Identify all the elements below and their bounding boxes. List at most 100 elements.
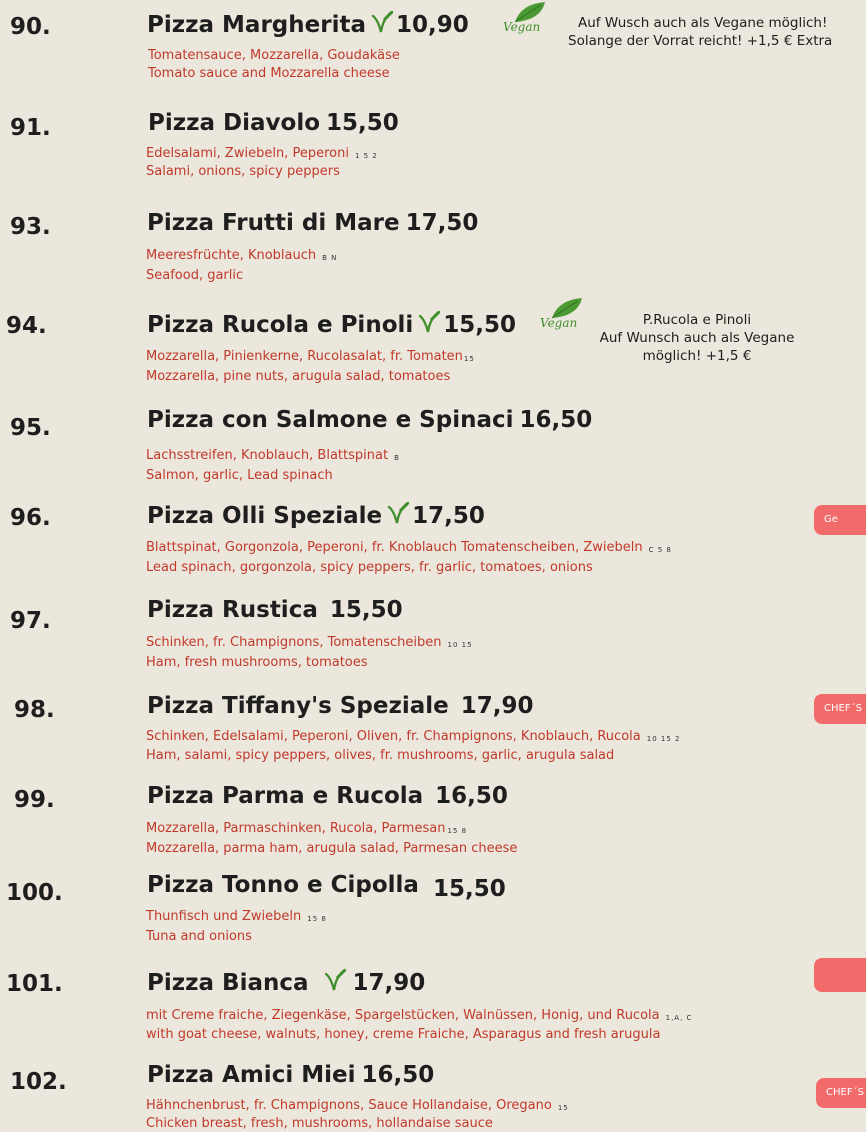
allergen-codes: 10 15: [447, 641, 473, 649]
item-title: Pizza Tiffany's Speziale 17,90: [147, 693, 534, 719]
item-desc-de: Mozzarella, Parmaschinken, Rucola, Parme…: [146, 820, 467, 840]
item-desc-en: Chicken breast, fresh, mushrooms, hollan…: [146, 1116, 493, 1131]
note-line: P.Rucola e Pinoli: [642, 312, 752, 328]
item-desc-de: Mozzarella, Pinienkerne, Rucolasalat, fr…: [146, 348, 475, 368]
desc-de-text: Meeresfrüchte, Knoblauch: [146, 248, 317, 263]
item-desc-en: Mozzarella, pine nuts, arugula salad, to…: [146, 369, 451, 384]
item-price: 17,50: [412, 503, 485, 529]
desc-de-text: Blattspinat, Gorgonzola, Peperoni, fr. K…: [146, 540, 643, 555]
leaf-icon: [323, 968, 347, 998]
chef-badge: CHEF´S: [816, 1078, 866, 1108]
item-desc-de: Thunfisch und Zwiebeln 15 8: [146, 908, 327, 928]
item-name: Pizza Diavolo: [148, 110, 321, 136]
desc-de-text: Schinken, Edelsalami, Peperoni, Oliven, …: [146, 729, 641, 744]
badge: [814, 958, 866, 992]
allergen-codes: B N: [322, 254, 338, 262]
vegan-note: P.Rucola e Pinoli Auf Wunsch auch als Ve…: [582, 311, 812, 365]
desc-de-text: Edelsalami, Zwiebeln, Peperoni: [146, 146, 349, 161]
item-title: Pizza Parma e Rucola 16,50: [147, 783, 508, 809]
item-desc-en: Seafood, garlic: [146, 268, 244, 283]
item-desc-en: with goat cheese, walnuts, honey, creme …: [146, 1027, 661, 1042]
desc-de-text: Schinken, fr. Champignons, Tomatenscheib…: [146, 635, 442, 650]
allergen-codes: B: [394, 454, 400, 462]
desc-de-text: Hähnchenbrust, fr. Champignons, Sauce Ho…: [146, 1098, 552, 1113]
item-title: Pizza Rustica 15,50: [147, 597, 403, 623]
item-price: 15,50: [432, 876, 506, 902]
vegan-logo-text: Vegan: [540, 316, 578, 330]
item-title: Pizza Bianca 17,90: [147, 968, 425, 998]
item-number: 98.: [14, 697, 55, 723]
item-desc-de: Tomatensauce, Mozzarella, Goudakäse: [148, 47, 400, 64]
desc-de-text: Mozzarella, Parmaschinken, Rucola, Parme…: [146, 821, 446, 836]
item-desc-en: Ham, fresh mushrooms, tomatoes: [146, 655, 368, 670]
badge: Ge: [814, 505, 866, 535]
allergen-codes: 1,A, C: [665, 1014, 693, 1022]
item-title: Pizza Diavolo 15,50: [148, 110, 399, 136]
item-price: 15,50: [326, 110, 399, 136]
allergen-codes: 15: [557, 1104, 569, 1112]
item-number: 100.: [6, 880, 63, 906]
item-name: Pizza Olli Speziale: [147, 503, 383, 529]
item-name: Pizza Tiffany's Speziale: [147, 693, 449, 719]
item-price: 16,50: [519, 407, 593, 433]
item-desc-en: Ham, salami, spicy peppers, olives, fr. …: [146, 748, 615, 763]
item-number: 93.: [10, 214, 51, 240]
item-number: 101.: [6, 971, 63, 997]
item-number: 94.: [6, 313, 47, 339]
allergen-codes: 15 8: [447, 827, 468, 835]
desc-de-text: Thunfisch und Zwiebeln: [146, 909, 302, 924]
item-desc-de: Hähnchenbrust, fr. Champignons, Sauce Ho…: [146, 1097, 569, 1117]
item-desc-en: Salmon, garlic, Lead spinach: [146, 468, 333, 483]
item-number: 95.: [10, 415, 51, 441]
item-desc-en: Lead spinach, gorgonzola, spicy peppers,…: [146, 560, 593, 575]
leaf-icon: [386, 501, 410, 531]
item-name: Pizza Bianca: [147, 970, 309, 996]
leaf-icon: [417, 310, 441, 340]
item-title: Pizza Margherita 10,90: [147, 10, 469, 40]
item-number: 96.: [10, 505, 51, 531]
item-name: Pizza Margherita: [147, 12, 366, 38]
desc-de-text: mit Creme fraiche, Ziegenkäse, Spargelst…: [146, 1008, 660, 1023]
item-number: 102.: [10, 1069, 67, 1095]
desc-de-text: Tomatensauce, Mozzarella, Goudakäse: [148, 48, 400, 63]
item-number: 97.: [10, 608, 51, 634]
item-name: Pizza Rucola e Pinoli: [147, 312, 414, 338]
item-price: 17,50: [405, 210, 479, 236]
note-line: möglich! +1,5 €: [642, 348, 752, 364]
item-title: Pizza con Salmone e Spinaci 16,50: [147, 407, 592, 433]
item-number: 91.: [10, 115, 51, 141]
note-line: Auf Wusch auch als Vegane möglich!: [578, 15, 828, 31]
item-price: 15,50: [329, 597, 403, 623]
item-title: Pizza Olli Speziale 17,50: [147, 501, 485, 531]
item-price: 17,90: [352, 970, 426, 996]
allergen-codes: 10 15 2: [646, 735, 681, 743]
item-desc-de: Schinken, Edelsalami, Peperoni, Oliven, …: [146, 728, 680, 748]
item-price: 10,90: [395, 12, 469, 38]
note-line: Auf Wunsch auch als Vegane: [599, 330, 795, 346]
chef-badge: CHEF´S: [814, 694, 866, 724]
vegan-logo-text: Vegan: [503, 20, 541, 34]
item-desc-en: Tomato sauce and Mozzarella cheese: [148, 66, 390, 81]
item-name: Pizza Tonno e Cipolla: [147, 872, 419, 898]
item-price: 17,90: [460, 693, 534, 719]
item-desc-de: Edelsalami, Zwiebeln, Peperoni 1 5 2: [146, 145, 378, 165]
allergen-codes: 1 5 2: [354, 152, 378, 160]
item-desc-de: Meeresfrüchte, Knoblauch B N: [146, 247, 337, 267]
desc-de-text: Mozzarella, Pinienkerne, Rucolasalat, fr…: [146, 349, 463, 364]
item-title: Pizza Tonno e Cipolla 15,50: [147, 872, 506, 902]
item-price: 16,50: [361, 1062, 435, 1088]
item-desc-de: Schinken, fr. Champignons, Tomatenscheib…: [146, 634, 473, 654]
item-price: 16,50: [435, 783, 508, 809]
desc-de-text: Lachsstreifen, Knoblauch, Blattspinat: [146, 448, 389, 463]
item-price: 15,50: [443, 312, 517, 338]
vegan-logo: Vegan: [495, 0, 555, 44]
item-desc-de: Lachsstreifen, Knoblauch, Blattspinat B: [146, 447, 400, 467]
item-number: 90.: [10, 14, 51, 40]
note-line: Solange der Vorrat reicht! +1,5 € Extra: [568, 33, 833, 49]
item-desc-en: Tuna and onions: [146, 929, 252, 944]
item-desc-de: Blattspinat, Gorgonzola, Peperoni, fr. K…: [146, 539, 672, 559]
allergen-codes: C 5 8: [648, 546, 672, 554]
item-name: Pizza Parma e Rucola: [147, 783, 424, 809]
vegan-note: Auf Wusch auch als Vegane möglich! Solan…: [568, 14, 866, 50]
item-desc-en: Mozzarella, parma ham, arugula salad, Pa…: [146, 841, 518, 856]
